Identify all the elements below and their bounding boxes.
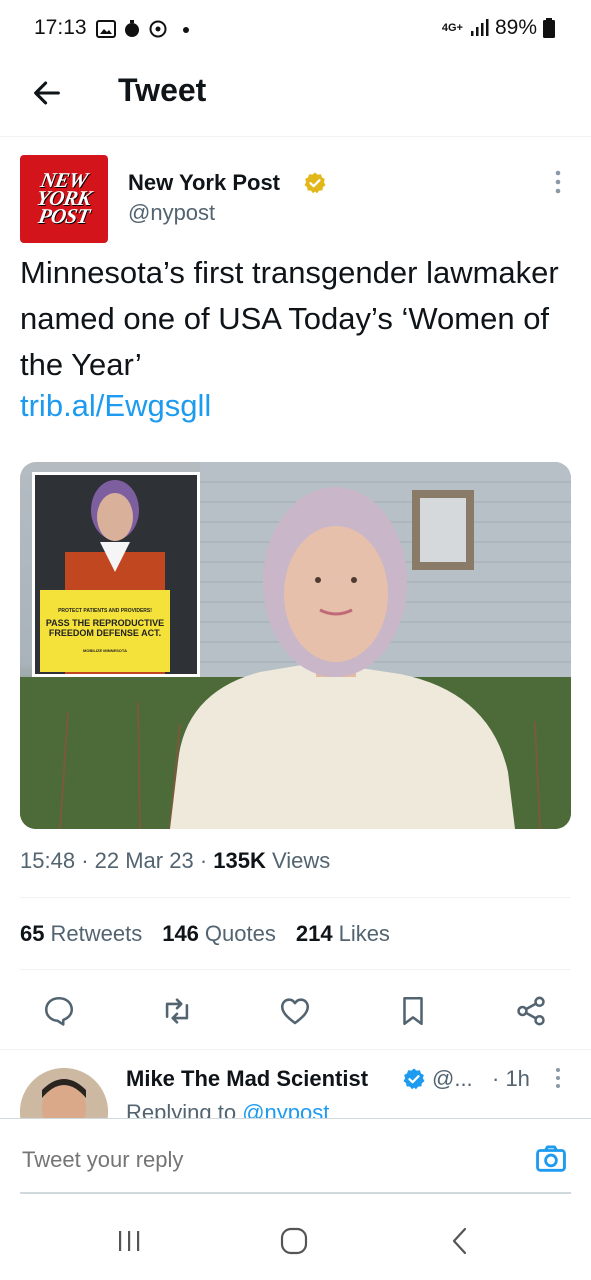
author-avatar[interactable]: NEW YORK POST [20,155,108,243]
recent-apps-icon[interactable] [114,1226,144,1256]
page-title: Tweet [118,72,207,108]
more-vertical-icon[interactable] [548,168,568,196]
reply-author-handle[interactable]: @... [432,1066,473,1092]
retweet-icon[interactable] [160,994,194,1028]
tweet-text: Minnesota’s first transgender lawmaker n… [20,255,559,382]
tweet-date: 22 Mar 23 [94,848,194,873]
sync-icon [149,20,167,38]
replying-prefix: Replying to [126,1100,237,1118]
tweet-media-image[interactable]: PROTECT PATIENTS AND PROVIDERS! PASS THE… [20,462,571,829]
tweet-link[interactable]: trib.al/Ewgsgll [20,388,211,424]
quotes-label: Quotes [204,921,276,946]
reply-author-name[interactable]: Mike The Mad Scientist [126,1066,368,1092]
back-nav-icon[interactable] [446,1226,476,1256]
retweets-stat[interactable]: 65 Retweets [20,921,142,947]
divider [20,969,571,970]
timer-icon [125,20,139,37]
inset-protest-sign: PROTECT PATIENTS AND PROVIDERS! PASS THE… [42,608,168,653]
quotes-stat[interactable]: 146 Quotes [162,921,276,947]
replying-mention[interactable]: @nypost [242,1100,329,1118]
signal-icon [470,19,489,36]
author-name[interactable]: New York Post [128,170,280,196]
tweet-time: 15:48 [20,848,76,873]
divider [0,1049,591,1050]
tweet-stats: 65 Retweets 146 Quotes 214 Likes [20,921,390,947]
composer-underline [20,1192,571,1194]
bookmark-icon[interactable] [396,994,430,1028]
notification-dot-icon [183,27,189,33]
comment-icon[interactable] [42,994,76,1028]
views-count: 135K [213,848,266,873]
likes-label: Likes [338,921,390,946]
likes-count: 214 [295,921,333,946]
top-app-bar: Tweet [0,60,591,137]
more-vertical-icon[interactable] [550,1066,566,1092]
sign-line-1: PROTECT PATIENTS AND PROVIDERS! [58,608,152,614]
reply-input[interactable] [20,1146,312,1174]
gallery-icon [96,20,116,38]
avatar-logo-line-3: POST [36,204,92,228]
sign-footer: MOBILIZE MINNESOTA [83,648,127,653]
views-label: Views [272,848,331,873]
sign-line-2: PASS THE REPRODUCTIVE [45,618,165,628]
tweet-meta: 15:48 · 22 Mar 23 · 135K Views [20,848,331,873]
retweets-label: Retweets [50,921,143,946]
battery-icon [543,18,555,38]
share-icon[interactable] [514,994,548,1028]
battery-percent: 89% [494,16,537,39]
status-right: 4G+ 89% [442,16,555,40]
status-time: 17:13 [34,16,87,39]
home-icon[interactable] [279,1226,309,1256]
author-handle[interactable]: @nypost [128,200,215,226]
replying-to: Replying to @nypost [126,1100,329,1118]
reply-time: · 1h [492,1066,530,1091]
status-bar: 17:13 4G+ 89% [0,0,591,60]
retweets-count: 65 [20,921,45,946]
camera-icon[interactable] [534,1142,568,1176]
network-indicator: 4G+ [441,22,463,34]
verified-blue-icon [403,1068,425,1090]
sign-line-3: FREEDOM DEFENSE ACT. [48,628,162,638]
arrow-left-icon[interactable] [30,76,64,110]
likes-stat[interactable]: 214 Likes [296,921,390,947]
quotes-count: 146 [162,921,199,946]
verified-gold-icon [304,172,326,194]
divider [20,897,571,898]
heart-icon[interactable] [278,994,312,1028]
